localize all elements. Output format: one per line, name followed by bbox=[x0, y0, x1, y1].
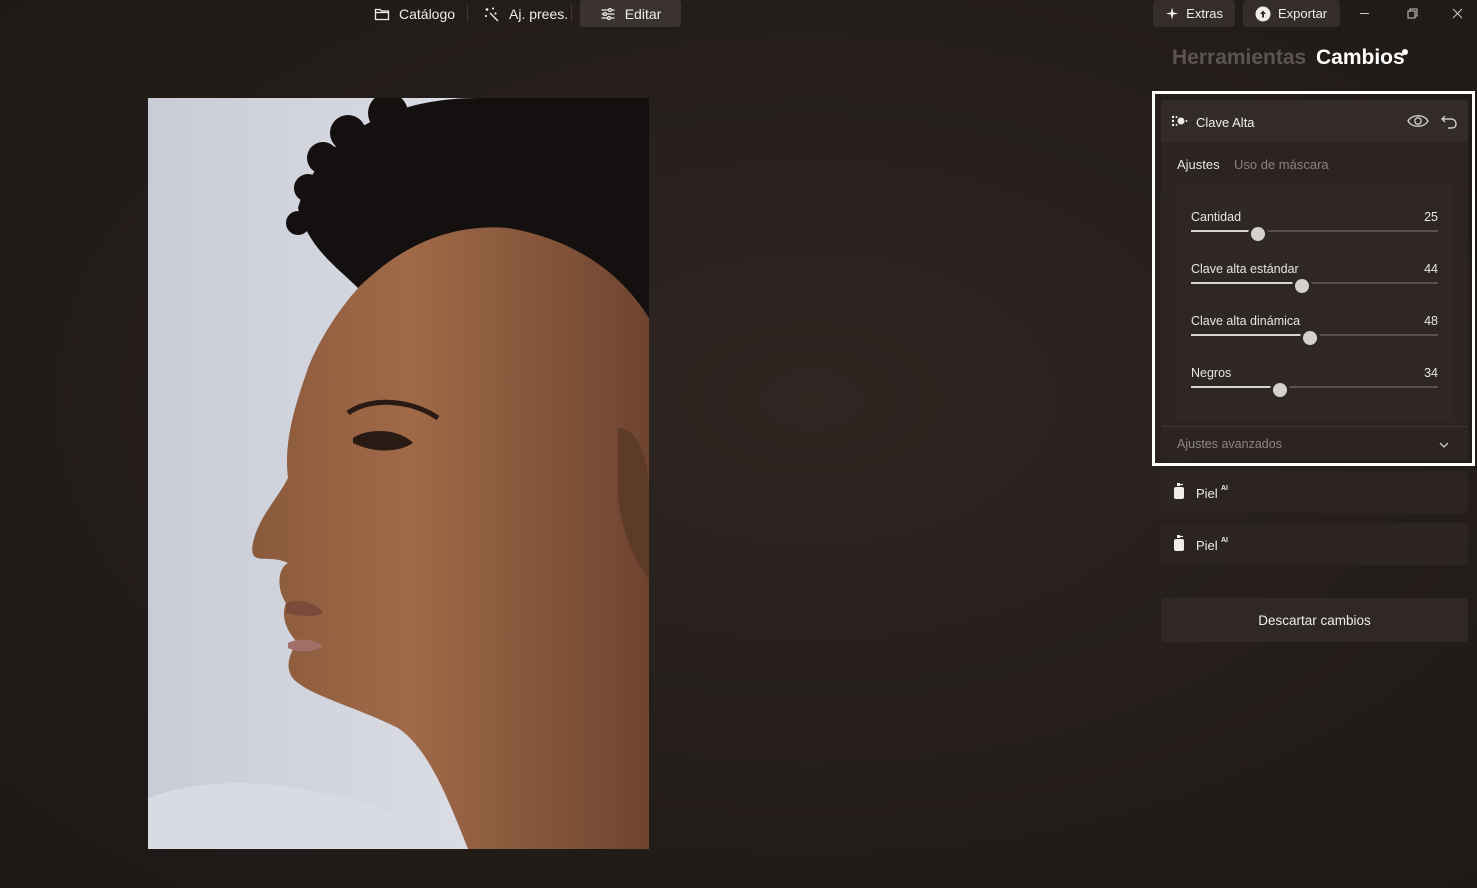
export-label: Exportar bbox=[1278, 6, 1328, 21]
extras-label: Extras bbox=[1186, 6, 1223, 21]
advanced-settings-toggle[interactable]: Ajustes avanzados bbox=[1177, 437, 1282, 451]
extras-button[interactable]: Extras bbox=[1153, 0, 1235, 27]
slider-track[interactable] bbox=[1191, 224, 1438, 244]
ai-badge: AI bbox=[1221, 485, 1228, 492]
subtab-adjustments[interactable]: Ajustes bbox=[1177, 157, 1220, 172]
slider-fill bbox=[1191, 334, 1310, 336]
change-item-piel[interactable]: Piel AI bbox=[1161, 471, 1468, 513]
slider-track[interactable] bbox=[1191, 380, 1438, 400]
ai-badge: AI bbox=[1221, 537, 1228, 544]
eye-icon[interactable] bbox=[1407, 112, 1429, 130]
sliders-panel: Cantidad 25 Clave alta estándar 44 Clave… bbox=[1176, 184, 1454, 422]
slider-clave-alta-estandar: Clave alta estándar 44 bbox=[1191, 262, 1438, 302]
bottle-icon bbox=[1174, 483, 1184, 499]
undo-icon[interactable] bbox=[1440, 112, 1458, 130]
bottle-icon bbox=[1174, 535, 1184, 551]
catalog-button[interactable]: Catálogo bbox=[364, 0, 465, 27]
slider-fill bbox=[1191, 386, 1280, 388]
adjustment-card: Clave Alta Ajustes Uso de máscara Cantid… bbox=[1161, 100, 1468, 461]
slider-thumb[interactable] bbox=[1247, 224, 1268, 244]
upload-icon bbox=[1255, 6, 1271, 21]
export-button[interactable]: Exportar bbox=[1243, 0, 1340, 27]
tab-tools[interactable]: Herramientas bbox=[1172, 46, 1306, 70]
slider-label: Clave alta dinámica bbox=[1191, 314, 1301, 328]
slider-clave-alta-dinamica: Clave alta dinámica 48 bbox=[1191, 314, 1438, 354]
toolbar-divider bbox=[467, 4, 468, 22]
high-key-icon bbox=[1171, 115, 1188, 127]
slider-thumb[interactable] bbox=[1292, 276, 1313, 296]
minimize-button[interactable] bbox=[1344, 0, 1384, 27]
changes-indicator-dot bbox=[1402, 49, 1408, 55]
restore-button[interactable] bbox=[1392, 0, 1432, 27]
slider-label: Clave alta estándar bbox=[1191, 262, 1299, 276]
portrait-image bbox=[148, 98, 649, 849]
slider-label: Negros bbox=[1191, 366, 1232, 380]
photo-canvas[interactable] bbox=[148, 98, 649, 849]
slider-track[interactable] bbox=[1191, 328, 1438, 348]
magic-wand-icon bbox=[485, 7, 499, 21]
presets-button[interactable]: Aj. prees. bbox=[474, 0, 578, 27]
slider-thumb[interactable] bbox=[1299, 328, 1320, 348]
slider-label: Cantidad bbox=[1191, 210, 1242, 224]
top-toolbar: Catálogo Aj. prees. Editar Extras Export… bbox=[0, 0, 1477, 28]
slider-fill bbox=[1191, 282, 1303, 284]
slider-value: 25 bbox=[1424, 210, 1438, 224]
slider-cantidad: Cantidad 25 bbox=[1191, 210, 1438, 250]
slider-value: 34 bbox=[1424, 366, 1438, 380]
slider-negros: Negros 34 bbox=[1191, 366, 1438, 406]
slider-value: 44 bbox=[1424, 262, 1438, 276]
change-item-label: Piel bbox=[1196, 538, 1218, 553]
subtab-masking[interactable]: Uso de máscara bbox=[1234, 157, 1329, 172]
discard-changes-button[interactable]: Descartar cambios bbox=[1161, 598, 1468, 642]
folder-icon bbox=[374, 8, 390, 20]
restore-icon bbox=[1407, 8, 1417, 19]
catalog-label: Catálogo bbox=[399, 5, 456, 22]
edit-label: Editar bbox=[624, 5, 662, 22]
sparkle-icon bbox=[1165, 7, 1179, 20]
change-item-piel[interactable]: Piel AI bbox=[1161, 523, 1468, 565]
divider bbox=[1161, 426, 1468, 427]
slider-value: 48 bbox=[1424, 314, 1438, 328]
card-title: Clave Alta bbox=[1196, 115, 1255, 130]
presets-label: Aj. prees. bbox=[509, 5, 569, 22]
minimize-icon bbox=[1359, 13, 1369, 14]
edit-button[interactable]: Editar bbox=[580, 0, 681, 27]
slider-thumb[interactable] bbox=[1269, 380, 1290, 400]
chevron-down-icon[interactable] bbox=[1438, 439, 1450, 451]
close-icon bbox=[1452, 8, 1462, 19]
change-item-label: Piel bbox=[1196, 486, 1218, 501]
toolbar-divider bbox=[571, 4, 572, 22]
tab-changes[interactable]: Cambios bbox=[1316, 46, 1405, 70]
card-header[interactable]: Clave Alta bbox=[1161, 100, 1468, 142]
sliders-icon bbox=[601, 7, 615, 20]
close-button[interactable] bbox=[1437, 0, 1477, 27]
slider-track[interactable] bbox=[1191, 276, 1438, 296]
